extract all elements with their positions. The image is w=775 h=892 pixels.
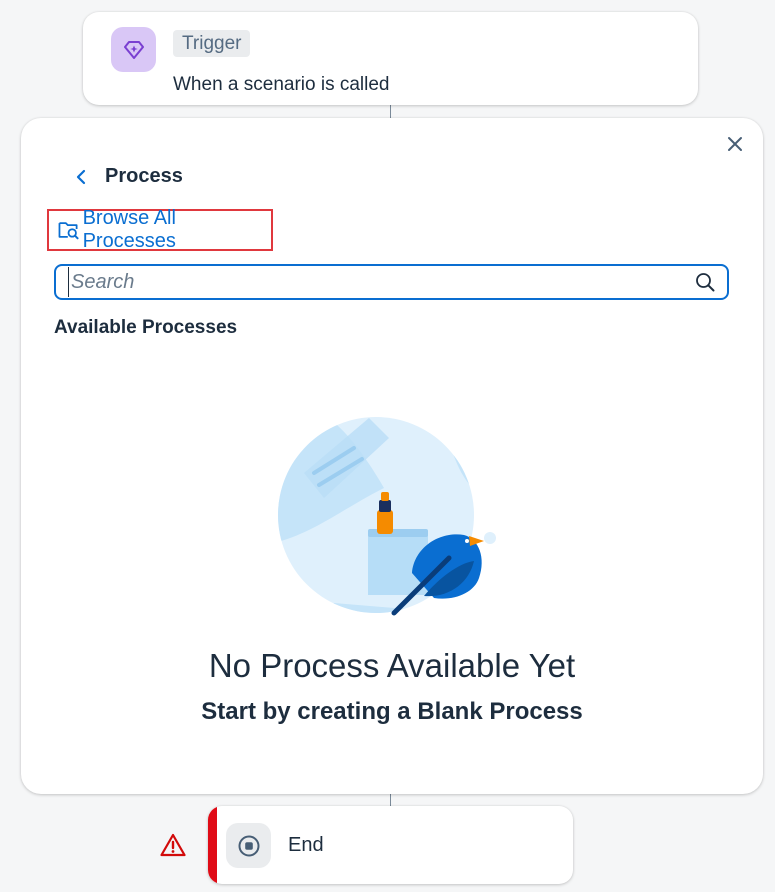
chevron-left-icon [76,169,86,185]
browse-all-processes-label: Browse All Processes [82,207,176,252]
diamond-sparkle-icon [111,27,156,72]
close-button[interactable] [723,132,747,156]
available-processes-heading: Available Processes [54,317,238,338]
search-icon[interactable] [693,270,717,294]
process-panel: Process Browse All Processes Available P… [21,118,763,794]
trigger-badge: Trigger [173,30,251,57]
trigger-step-card[interactable]: Trigger When a scenario is called [83,12,698,105]
flow-connector-top [390,105,391,119]
end-step-card[interactable]: End [208,806,573,884]
empty-state-subtitle: Start by creating a Blank Process [201,698,583,725]
stop-circle-icon [226,823,271,868]
close-icon [728,137,742,151]
trigger-description: When a scenario is called [173,74,390,95]
error-status-stripe [208,806,217,884]
empty-state-title: No Process Available Yet [208,647,576,684]
browse-all-processes-link[interactable]: Browse All Processes [47,207,273,252]
search-field[interactable] [54,264,729,300]
panel-title: Process [105,165,183,187]
warning-icon[interactable] [160,833,186,857]
search-input[interactable] [68,267,693,297]
back-button[interactable] [71,166,91,188]
empty-state-illustration [278,417,496,616]
end-step-label: End [288,834,324,856]
folder-search-icon [58,222,79,240]
